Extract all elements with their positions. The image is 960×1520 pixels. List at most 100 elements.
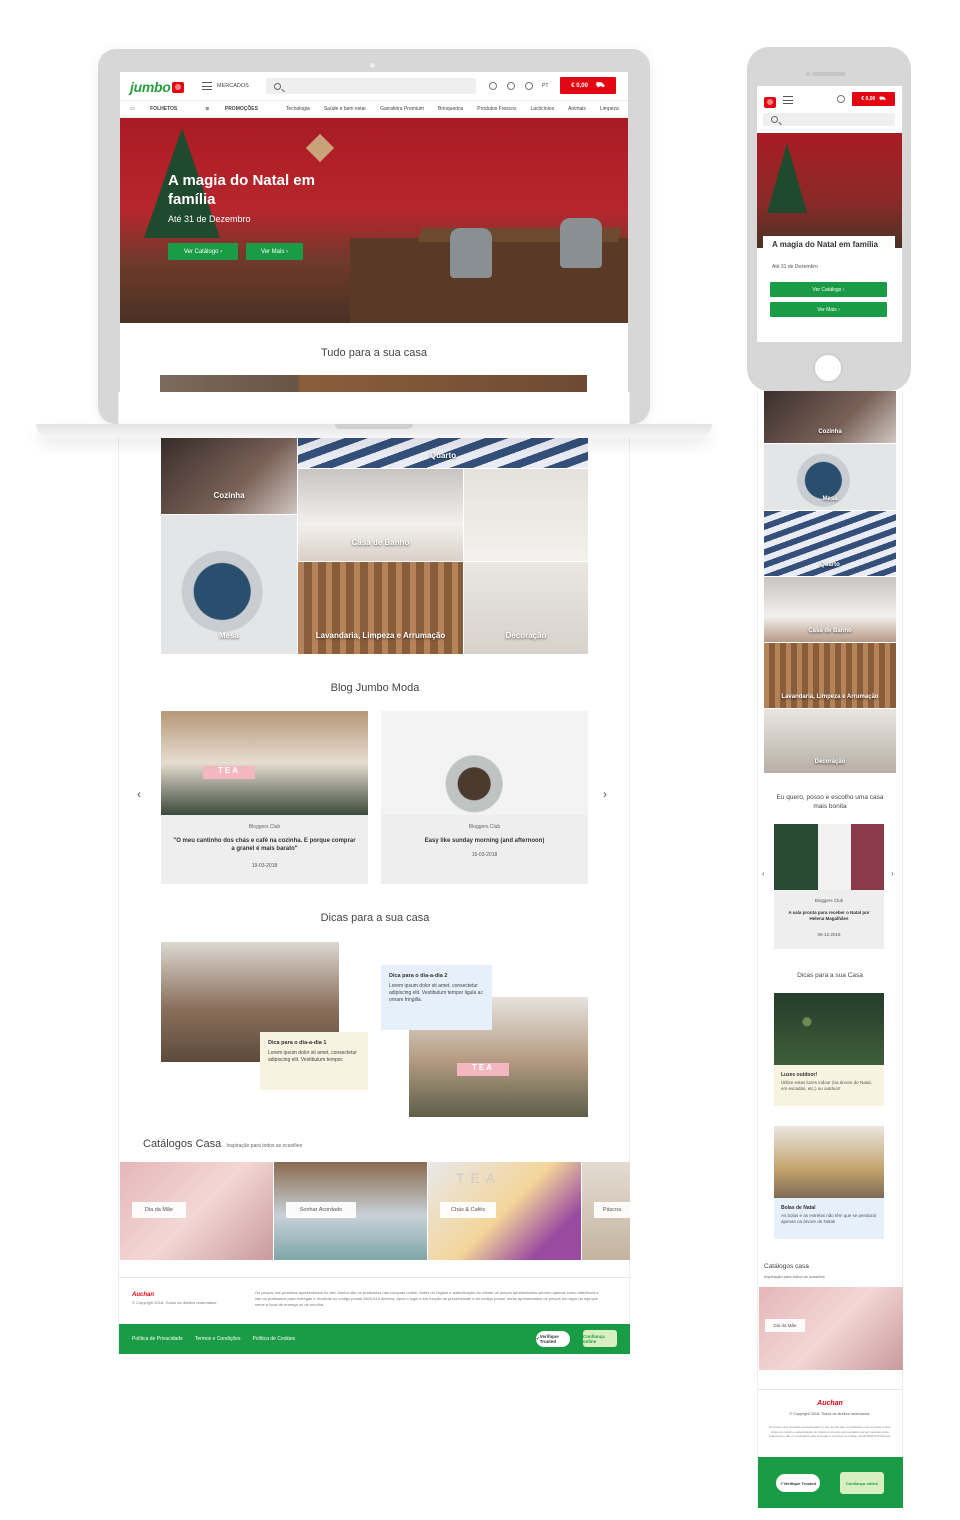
blog-card-category: Bloggers Club (468, 824, 501, 830)
nav-item[interactable]: Saúde e bem estar (324, 106, 366, 112)
catalog-label: Sonhar Acordado (286, 1202, 356, 1218)
nav-flyers[interactable]: ▭ FOLHETOS (130, 106, 191, 112)
view-catalog-button[interactable]: Ver Catálogo › (168, 243, 238, 260)
nav-item[interactable]: Produtos Frescos (477, 106, 516, 112)
tip-text: As bolas e as estrelas não têm que se pe… (781, 1213, 877, 1224)
cart-icon: ⛟ (879, 95, 886, 102)
hero-title: A magia do Natal em família (168, 172, 315, 208)
tip-text: Lorem ipsum dolor sit amet, consectetur … (268, 1050, 357, 1063)
tile-bedroom[interactable]: Quarto (298, 438, 588, 468)
tile-table[interactable]: Mesa (161, 515, 297, 654)
footer-link-privacy[interactable]: Política de Privacidade (132, 1336, 183, 1342)
tile-bath-label: Casa de Banho (351, 538, 410, 547)
tile-bath[interactable]: Casa de Banho (298, 469, 463, 561)
section-title-home: Tudo para a sua casa (321, 347, 427, 359)
nav-promotions-label: PROMOÇÕES (224, 106, 258, 112)
blog-card[interactable]: Bloggers Club Easy like sunday morning (… (381, 711, 588, 884)
mobile-cart-button[interactable]: € 0,00 ⛟ (852, 92, 895, 106)
catalog-label: Páscoa (594, 1202, 630, 1218)
catalog-tile[interactable]: Páscoa (582, 1162, 630, 1260)
mobile-carousel-prev-icon[interactable]: ‹ (762, 869, 765, 878)
carousel-prev-icon[interactable]: ‹ (137, 787, 141, 801)
cart-button[interactable]: € 0,00 ⛟ (560, 77, 616, 94)
user-icon[interactable] (525, 82, 533, 90)
mobile-catalogs-title: Catálogos casa (764, 1263, 809, 1270)
mobile-tile-label: Casa de Banho (808, 628, 852, 634)
help-icon[interactable] (489, 82, 497, 90)
showcase: jumbo MERCADOS PT € 0,00 ⛟ ▭ FOLHETOS ⊘ … (0, 0, 960, 1520)
footer-copyright: © Copyright 2018. Todos os direitos rese… (132, 1300, 218, 1305)
footer-bar: Política de Privacidade Termos e Condiçõ… (119, 1324, 630, 1354)
blog-card-date: 15-03-2018 (471, 852, 498, 858)
mobile-tip-card[interactable]: Luzes outdoor! Utilize estas luzes indoo… (774, 993, 884, 1106)
blog-card-image (774, 824, 884, 890)
nav-item[interactable]: Limpeza (600, 106, 619, 112)
catalog-label: Dia da Mãe (765, 1319, 805, 1332)
confidence-badge[interactable]: Confiança online (583, 1330, 617, 1347)
tip-card-2[interactable]: Dica para o dia-a-dia 2 Lorem ipsum dolo… (381, 965, 492, 1030)
desktop-header: jumbo MERCADOS PT € 0,00 ⛟ (120, 72, 628, 100)
desktop-page-continued: Cozinha Quarto Casa de Banho Mesa Lavand… (118, 392, 631, 1354)
nav-item[interactable]: Tecnologia (286, 106, 310, 112)
footer-link-cookies[interactable]: Política de Cookies (252, 1336, 295, 1342)
mobile-carousel-next-icon[interactable]: › (891, 869, 894, 878)
tea-sign: TEA (203, 766, 255, 779)
tile-kitchen[interactable]: Cozinha (161, 438, 297, 514)
search-icon (274, 82, 281, 90)
nav-item[interactable]: Animais (568, 106, 586, 112)
hamburger-icon[interactable] (783, 96, 793, 104)
user-icon[interactable] (837, 95, 845, 103)
footer-link-terms[interactable]: Termos e Condições (195, 1336, 241, 1342)
trust-badge[interactable]: ✔ Verifique Trusted (536, 1331, 570, 1347)
phone-home-button[interactable] (813, 353, 843, 383)
nav-item[interactable]: Garrafeira Premium (380, 106, 424, 112)
tile-laundry-label: Lavandaria, Limpeza e Arrumação (315, 631, 446, 640)
mobile-logo[interactable] (763, 94, 776, 112)
mobile-tile[interactable]: Quarto (764, 511, 896, 576)
mobile-catalog-tile[interactable]: Dia da Mãe (759, 1287, 903, 1370)
mobile-hero-subtitle: Até 31 de Dezembro (772, 264, 818, 270)
markets-label: MERCADOS (217, 83, 249, 89)
mobile-tile[interactable]: Casa de Banho (764, 577, 896, 642)
phone-speaker (812, 72, 846, 76)
mobile-search-input[interactable] (763, 113, 895, 126)
carousel-next-icon[interactable]: › (603, 787, 607, 801)
nav-promotions[interactable]: ⊘ PROMOÇÕES (205, 106, 272, 112)
mobile-view-catalog-button[interactable]: Ver Catálogo › (770, 282, 887, 297)
mobile-view-more-button[interactable]: Ver Mais › (770, 302, 887, 317)
tip-title: Dica para o dia-a-dia 2 (389, 973, 448, 979)
laptop-notch (335, 424, 413, 429)
mobile-catalogs-subtitle: Inspiração para todos os ocasiões (764, 1274, 825, 1279)
catalog-tile[interactable]: Sonhar Acordado (274, 1162, 427, 1260)
nav-item[interactable]: Brinquedos (438, 106, 463, 112)
view-more-button[interactable]: Ver Mais › (246, 243, 303, 260)
tile-laundry[interactable]: Lavandaria, Limpeza e Arrumação (298, 562, 463, 654)
mobile-tile[interactable]: Mesa (764, 444, 896, 510)
catalog-tile[interactable]: Dia da Mãe (120, 1162, 273, 1260)
mobile-footer-bar: ✔ Verifique Trusted Confiança online (758, 1457, 903, 1508)
confidence-badge[interactable]: Confiança online (840, 1472, 884, 1494)
mobile-tip-card[interactable]: Bolas de Natal As bolas e as estrelas nã… (774, 1126, 884, 1239)
mobile-tile[interactable]: Cozinha (764, 391, 896, 443)
logo[interactable]: jumbo (130, 79, 184, 97)
tip-title: Dica para o dia-a-dia 1 (268, 1040, 327, 1046)
star-decoration (305, 133, 335, 163)
markets-menu[interactable]: MERCADOS (202, 82, 249, 90)
catalog-tile[interactable]: TEA Chás & Cafés (428, 1162, 581, 1260)
trust-badge[interactable]: ✔ Verifique Trusted (776, 1474, 820, 1492)
nav-item[interactable]: Lacticínios (530, 106, 554, 112)
blog-card[interactable]: TEA Bloggers Club "O meu cantinho dos ch… (161, 711, 368, 884)
mobile-hero-card: A magia do Natal em família Até 31 de De… (763, 236, 895, 336)
laptop-camera (370, 63, 375, 68)
search-input[interactable] (266, 78, 476, 94)
mobile-tile-label: Decoração (814, 759, 846, 765)
location-icon[interactable] (507, 82, 515, 90)
mobile-tile[interactable]: Decoração (764, 709, 896, 773)
mobile-blog-card[interactable]: Bloggers Club A sala pronta para receber… (774, 824, 884, 949)
cart-icon: ⛟ (595, 82, 605, 89)
mobile-tile[interactable]: Lavandaria, Limpeza e Arrumação (764, 643, 896, 708)
blog-card-date: 06-12-2018 (817, 932, 841, 937)
tile-decor[interactable]: Decoração (464, 562, 588, 654)
language-selector[interactable]: PT (542, 83, 548, 89)
tip-card-1[interactable]: Dica para o dia-a-dia 1 Lorem ipsum dolo… (260, 1032, 368, 1090)
